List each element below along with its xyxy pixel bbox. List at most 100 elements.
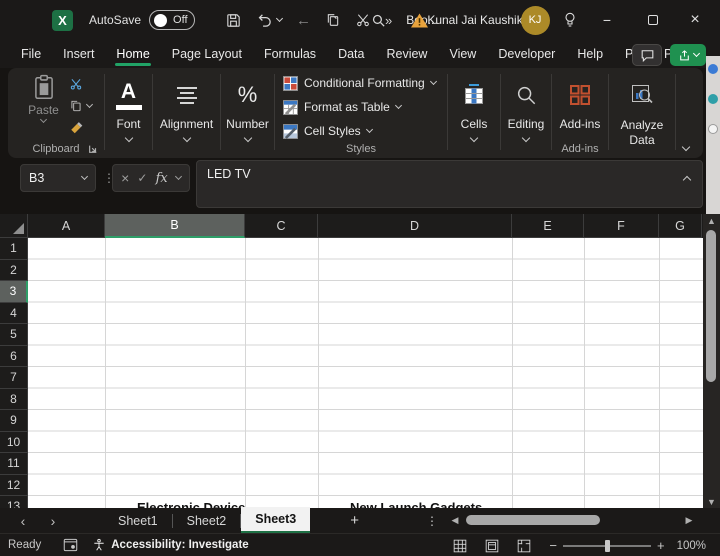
- vertical-scroll-thumb[interactable]: [706, 230, 716, 382]
- hscroll-left-icon[interactable]: ◀: [448, 515, 462, 526]
- new-sheet-button[interactable]: +: [350, 512, 359, 529]
- zoom-level[interactable]: 100%: [677, 540, 706, 552]
- sheet-prev-icon[interactable]: ‹: [8, 513, 38, 529]
- page-break-preview-icon[interactable]: [517, 539, 531, 553]
- row-header-6[interactable]: 6: [0, 345, 28, 367]
- row-header-12[interactable]: 12: [0, 474, 28, 496]
- search-icon[interactable]: [362, 0, 394, 40]
- cell-b2[interactable]: Electronic Device: [137, 497, 245, 508]
- undo-button[interactable]: [256, 12, 284, 29]
- sheet-tab-sheet1[interactable]: Sheet1: [104, 508, 172, 533]
- font-group-button[interactable]: A Font: [105, 68, 152, 158]
- save-icon[interactable]: [225, 12, 242, 29]
- sidebar-addin-dot-outline[interactable]: [708, 124, 718, 134]
- tab-formulas[interactable]: Formulas: [253, 40, 327, 68]
- collapse-formula-bar-icon[interactable]: [682, 175, 692, 185]
- number-group-button[interactable]: % Number: [221, 68, 274, 158]
- page-layout-view-icon[interactable]: [485, 539, 499, 553]
- row-header-5[interactable]: 5: [0, 324, 28, 346]
- zoom-slider[interactable]: [562, 539, 651, 552]
- sheet-tab-sheet2[interactable]: Sheet2: [173, 508, 241, 533]
- row-header-4[interactable]: 4: [0, 302, 28, 324]
- zoom-out-button[interactable]: −: [549, 538, 557, 553]
- row-header-1[interactable]: 1: [0, 238, 28, 260]
- conditional-formatting-button[interactable]: Conditional Formatting: [275, 71, 437, 95]
- column-header-a[interactable]: A: [28, 214, 105, 238]
- editing-group-button[interactable]: Editing: [501, 68, 551, 158]
- hscroll-right-icon[interactable]: ▶: [682, 515, 696, 526]
- addins-button[interactable]: [568, 74, 592, 116]
- row-header-13[interactable]: 13: [0, 496, 28, 508]
- column-header-b[interactable]: B: [105, 214, 245, 238]
- cells-group-button[interactable]: Cells: [448, 68, 500, 158]
- macro-record-icon[interactable]: [63, 538, 78, 552]
- autosave-toggle[interactable]: Off: [149, 10, 196, 30]
- minimize-button[interactable]: −: [592, 0, 622, 40]
- name-box-dropdown-icon[interactable]: [80, 172, 89, 181]
- select-all-corner[interactable]: [0, 214, 28, 238]
- tab-page-layout[interactable]: Page Layout: [161, 40, 253, 68]
- cell-d2[interactable]: New Launch Gadgets: [350, 497, 482, 508]
- undo-dropdown-icon[interactable]: [276, 14, 284, 23]
- sidebar-addin-dot-blue[interactable]: [708, 64, 718, 74]
- alignment-group-button[interactable]: Alignment: [153, 68, 220, 158]
- name-box[interactable]: B3: [20, 164, 96, 192]
- fx-dropdown-icon[interactable]: [174, 172, 182, 181]
- formula-bar[interactable]: LED TV: [196, 160, 703, 208]
- hscroll-track[interactable]: [462, 508, 682, 533]
- tab-view[interactable]: View: [438, 40, 487, 68]
- tab-data[interactable]: Data: [327, 40, 375, 68]
- horizontal-scrollbar[interactable]: ◀ ▶: [448, 508, 696, 533]
- row-header-3[interactable]: 3: [0, 281, 28, 303]
- copy-button[interactable]: [69, 98, 93, 114]
- analyze-data-button[interactable]: Analyze Data: [609, 68, 675, 158]
- lightbulb-icon[interactable]: [556, 0, 584, 40]
- sheet-tab-sheet3[interactable]: Sheet3: [241, 507, 311, 533]
- column-header-c[interactable]: C: [245, 214, 318, 238]
- close-button[interactable]: ×: [680, 0, 710, 40]
- column-header-f[interactable]: F: [584, 214, 659, 238]
- format-painter-button[interactable]: [69, 120, 92, 136]
- zoom-in-button[interactable]: +: [657, 538, 665, 553]
- hscroll-thumb[interactable]: [466, 515, 600, 525]
- share-dropdown-icon[interactable]: [692, 49, 700, 58]
- excel-app-icon[interactable]: X: [52, 9, 73, 31]
- worksheet-cells[interactable]: Electronic Device New Launch Gadgets One…: [28, 238, 703, 508]
- sheet-next-icon[interactable]: ›: [38, 513, 68, 529]
- collapse-ribbon-icon[interactable]: [681, 142, 691, 152]
- accessibility-status[interactable]: Accessibility: Investigate: [92, 538, 249, 552]
- avatar[interactable]: KJ: [518, 0, 552, 40]
- normal-view-icon[interactable]: [453, 539, 467, 553]
- row-header-11[interactable]: 11: [0, 453, 28, 475]
- clipboard-dialog-launcher[interactable]: [88, 144, 98, 154]
- tab-home[interactable]: Home: [105, 40, 160, 68]
- scroll-down-icon[interactable]: ▼: [703, 497, 720, 507]
- tab-file[interactable]: File: [10, 40, 52, 68]
- cancel-icon[interactable]: ×: [121, 170, 129, 186]
- format-as-table-button[interactable]: Format as Table: [275, 95, 402, 119]
- column-header-g[interactable]: G: [659, 214, 702, 238]
- copy-icon[interactable]: [325, 12, 341, 28]
- comments-button[interactable]: [632, 44, 662, 66]
- row-header-8[interactable]: 8: [0, 388, 28, 410]
- tab-review[interactable]: Review: [375, 40, 438, 68]
- paste-button[interactable]: Paste: [21, 74, 67, 136]
- column-header-d[interactable]: D: [318, 214, 512, 238]
- maximize-button[interactable]: [638, 0, 668, 40]
- share-button[interactable]: [670, 44, 706, 66]
- scroll-up-icon[interactable]: ▲: [703, 216, 720, 226]
- cut-button[interactable]: [69, 76, 92, 92]
- vertical-scrollbar[interactable]: ▲ ▼: [703, 214, 720, 508]
- sidebar-addin-dot-teal[interactable]: [708, 94, 718, 104]
- insert-function-icon[interactable]: fx: [156, 171, 168, 186]
- sheet-options-icon[interactable]: ⋮: [426, 514, 438, 528]
- row-header-2[interactable]: 2: [0, 259, 28, 281]
- row-header-7[interactable]: 7: [0, 367, 28, 389]
- row-header-10[interactable]: 10: [0, 431, 28, 453]
- tab-insert[interactable]: Insert: [52, 40, 105, 68]
- user-name[interactable]: Kunal Jai Kaushik: [427, 0, 522, 40]
- cell-styles-button[interactable]: Cell Styles: [275, 119, 373, 143]
- tab-developer[interactable]: Developer: [487, 40, 566, 68]
- zoom-slider-thumb[interactable]: [604, 539, 610, 552]
- enter-icon[interactable]: ✓: [137, 171, 147, 185]
